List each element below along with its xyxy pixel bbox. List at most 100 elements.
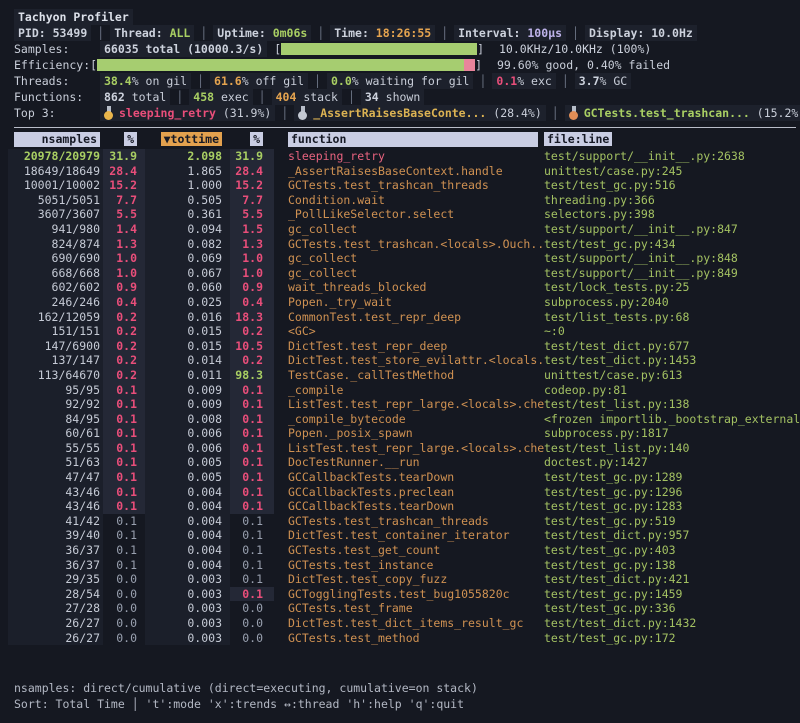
cell-nsamples: 602/602 — [8, 280, 103, 295]
table-row[interactable]: 39/400.10.0040.1DictTest.test_container_… — [0, 528, 800, 543]
cell-tottime: 0.015 — [145, 339, 230, 354]
cell-pct-direct: 0.1 — [103, 397, 145, 412]
table-row[interactable]: 55/550.10.0060.1ListTest.test_repr_large… — [0, 441, 800, 456]
table-row[interactable]: 246/2460.40.0250.4Popen._try_waitsubproc… — [0, 295, 800, 310]
info-bar: PID: 53499│Thread: ALL│Uptime: 0m06s│Tim… — [14, 25, 796, 41]
table-row[interactable]: 60/610.10.0060.1Popen._posix_spawnsubpro… — [0, 426, 800, 441]
column-header-function[interactable]: function — [274, 132, 544, 149]
cell-function: sleeping_retry — [274, 149, 544, 164]
table-row[interactable]: 18649/1864928.41.86528.4_AssertRaisesBas… — [0, 164, 800, 179]
table-row[interactable]: 602/6020.90.0600.9wait_threads_blockedte… — [0, 280, 800, 295]
table-row[interactable]: 36/370.10.0040.1GCTests.test_instancetes… — [0, 558, 800, 573]
table-row[interactable]: 27/280.00.0030.0GCTests.test_frametest/t… — [0, 601, 800, 616]
table-row[interactable]: 668/6681.00.0671.0gc_collecttest/support… — [0, 266, 800, 281]
app-title: Tachyon Profiler — [14, 9, 133, 25]
top3-function-name: GCTests.test_trashcan... — [584, 106, 757, 120]
cell-nsamples: 29/35 — [8, 572, 103, 587]
table-row[interactable]: 137/1470.20.0140.2DictTest.test_store_ev… — [0, 353, 800, 368]
cell-function: GCTests.test_instance — [274, 558, 544, 573]
cell-pct-cumulative: 7.7 — [230, 193, 274, 208]
column-header-file-line[interactable]: file:line — [544, 132, 800, 149]
column-header-nsamples[interactable]: nsamples — [8, 132, 103, 149]
table-row[interactable]: 43/460.10.0040.1GCCallbackTests.tearDown… — [0, 499, 800, 514]
info-value: 0m06s — [273, 26, 308, 40]
bronze-medal-icon — [569, 106, 579, 120]
cell-nsamples: 27/28 — [8, 601, 103, 616]
cell-nsamples: 41/42 — [8, 514, 103, 529]
info-item-interval: Interval: 100µs — [454, 25, 566, 41]
cell-nsamples: 60/61 — [8, 426, 103, 441]
table-row[interactable]: 20978/2097931.92.09831.9sleeping_retryte… — [0, 149, 800, 164]
table-row[interactable]: 3607/36075.50.3615.5_PollLikeSelector.se… — [0, 207, 800, 222]
cell-nsamples: 147/6900 — [8, 339, 103, 354]
table-row[interactable]: 29/350.00.0030.1DictTest.test_copy_fuzzt… — [0, 572, 800, 587]
table-row[interactable]: 41/420.10.0040.1GCTests.test_trashcan_th… — [0, 514, 800, 529]
cell-file-line: test/test_dict.py:1432 — [544, 616, 800, 631]
cell-pct-cumulative: 0.0 — [230, 601, 274, 616]
table-row[interactable]: 151/1510.20.0150.2<GC>~:0 — [0, 324, 800, 339]
efficiency-bar: [] — [90, 58, 482, 72]
table-row[interactable]: 26/270.00.0030.0DictTest.test_dict_items… — [0, 616, 800, 631]
cell-pct-cumulative: 0.1 — [230, 412, 274, 427]
table-row[interactable]: 36/370.10.0040.1GCTests.test_get_countte… — [0, 543, 800, 558]
cell-function: gc_collect — [274, 266, 544, 281]
bar-segment-green — [281, 43, 477, 55]
cell-tottime: 0.015 — [145, 324, 230, 339]
table-row[interactable]: 941/9801.40.0941.5gc_collecttest/support… — [0, 222, 800, 237]
cell-pct-cumulative: 0.1 — [230, 543, 274, 558]
cell-tottime: 0.008 — [145, 412, 230, 427]
table-row[interactable]: 43/460.10.0040.1GCCallbackTests.preclean… — [0, 485, 800, 500]
separator-bar: │ — [97, 26, 104, 40]
stat-item: 0.0% waiting for gil — [327, 73, 473, 89]
column-header-pct-direct[interactable]: % — [103, 132, 145, 149]
cell-pct-direct: 0.0 — [103, 601, 145, 616]
top3-items: sleeping_retry (31.9%)│_AssertRaisesBase… — [100, 106, 800, 120]
cell-pct-cumulative: 1.0 — [230, 251, 274, 266]
cell-tottime: 0.004 — [145, 499, 230, 514]
table-row[interactable]: 26/270.00.0030.0GCTests.test_methodtest/… — [0, 631, 800, 646]
cell-tottime: 0.009 — [145, 397, 230, 412]
cell-pct-cumulative: 0.1 — [230, 587, 274, 602]
cell-file-line: test/test_gc.py:336 — [544, 601, 800, 616]
table-row[interactable]: 147/69000.20.01510.5DictTest.test_repr_d… — [0, 339, 800, 354]
cell-pct-cumulative: 0.1 — [230, 455, 274, 470]
cell-pct-direct: 31.9 — [103, 149, 145, 164]
cell-file-line: test/test_dict.py:957 — [544, 528, 800, 543]
table-row[interactable]: 47/470.10.0050.1GCCallbackTests.tearDown… — [0, 470, 800, 485]
cell-file-line: test/test_gc.py:1289 — [544, 470, 800, 485]
table-row[interactable]: 28/540.00.0030.1GCTogglingTests.test_bug… — [0, 587, 800, 602]
cell-function: DictTest.test_dict_items_result_gc — [274, 616, 544, 631]
table-row[interactable]: 84/950.10.0080.1_compile_bytecode<frozen… — [0, 412, 800, 427]
cell-pct-cumulative: 28.4 — [230, 164, 274, 179]
info-value: 18:26:55 — [376, 26, 431, 40]
cell-file-line: test/test_dict.py:421 — [544, 572, 800, 587]
cell-nsamples: 668/668 — [8, 266, 103, 281]
table-row[interactable]: 95/950.10.0090.1_compilecodeop.py:81 — [0, 383, 800, 398]
functions-label: Functions: — [14, 89, 100, 105]
cell-nsamples: 26/27 — [8, 631, 103, 646]
cell-function: DictTest.test_repr_deep — [274, 339, 544, 354]
cell-pct-direct: 1.3 — [103, 237, 145, 252]
table-row[interactable]: 51/630.10.0050.1DocTestRunner.__rundocte… — [0, 455, 800, 470]
table-row[interactable]: 113/646700.20.01198.3TestCase._callTestM… — [0, 368, 800, 383]
cell-tottime: 0.011 — [145, 368, 230, 383]
table-row[interactable]: 690/6901.00.0691.0gc_collecttest/support… — [0, 251, 800, 266]
cell-file-line: selectors.py:398 — [544, 207, 800, 222]
table-row[interactable]: 824/8741.30.0821.3GCTests.test_trashcan.… — [0, 237, 800, 252]
cell-nsamples: 47/47 — [8, 470, 103, 485]
silver-medal-icon — [298, 106, 308, 120]
cell-pct-direct: 0.0 — [103, 631, 145, 646]
column-header-pct-cumulative[interactable]: % — [230, 132, 274, 149]
info-item-uptime: Uptime: 0m06s — [213, 25, 311, 41]
table-row[interactable]: 5051/50517.70.5057.7Condition.waitthread… — [0, 193, 800, 208]
cell-tottime: 0.060 — [145, 280, 230, 295]
table-row[interactable]: 10001/1000215.21.00015.2GCTests.test_tra… — [0, 178, 800, 193]
cell-nsamples: 28/54 — [8, 587, 103, 602]
cell-nsamples: 43/46 — [8, 499, 103, 514]
table-row[interactable]: 162/120590.20.01618.3CommonTest.test_rep… — [0, 310, 800, 325]
table-row[interactable]: 92/920.10.0090.1ListTest.test_repr_large… — [0, 397, 800, 412]
cell-pct-direct: 0.1 — [103, 514, 145, 529]
column-header-tottime-sorted[interactable]: ▼tottime — [145, 132, 230, 149]
footer-keybindings: Sort: Total Time │ 't':mode 'x':trends ↔… — [14, 697, 800, 713]
top3-label: Top 3: — [14, 105, 100, 121]
